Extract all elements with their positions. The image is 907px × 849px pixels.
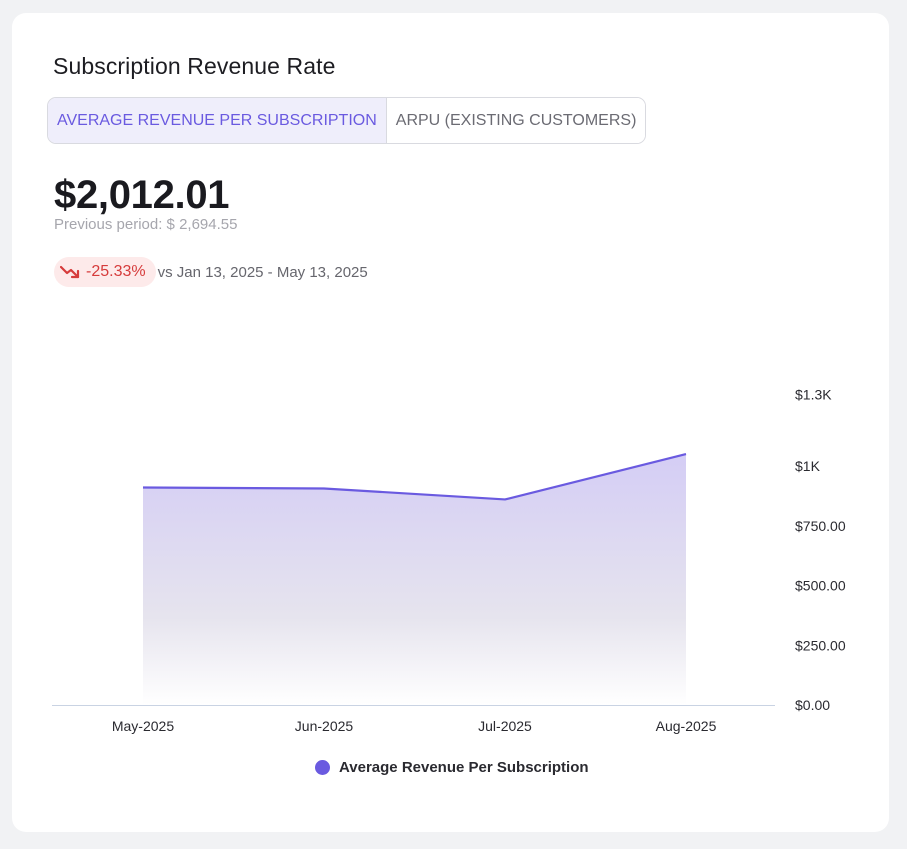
chart-card: Subscription Revenue Rate AVERAGE REVENU… xyxy=(12,13,889,832)
data-point[interactable] xyxy=(680,448,692,460)
series-area xyxy=(143,454,686,705)
x-tick-label: Jun-2025 xyxy=(295,718,354,734)
x-tick-label: May-2025 xyxy=(112,718,174,734)
data-point[interactable] xyxy=(318,482,330,494)
legend-swatch xyxy=(315,760,330,775)
y-tick-label: $1K xyxy=(795,458,821,474)
y-tick-label: $0.00 xyxy=(795,697,830,713)
x-tick-label: Aug-2025 xyxy=(656,718,717,734)
x-tick-label: Jul-2025 xyxy=(478,718,532,734)
area-chart: May-2025 Jun-2025 Jul-2025 Aug-2025 $1.3K $1… xyxy=(52,386,846,734)
data-point[interactable] xyxy=(137,482,149,494)
y-tick-label: $1.3K xyxy=(795,386,832,402)
y-tick-label: $250.00 xyxy=(795,637,846,653)
y-tick-label: $750.00 xyxy=(795,518,846,534)
chart-legend[interactable]: Average Revenue Per Subscription xyxy=(315,759,589,776)
y-tick-label: $500.00 xyxy=(795,578,846,594)
data-point[interactable] xyxy=(499,493,511,505)
legend-label: Average Revenue Per Subscription xyxy=(339,759,589,776)
